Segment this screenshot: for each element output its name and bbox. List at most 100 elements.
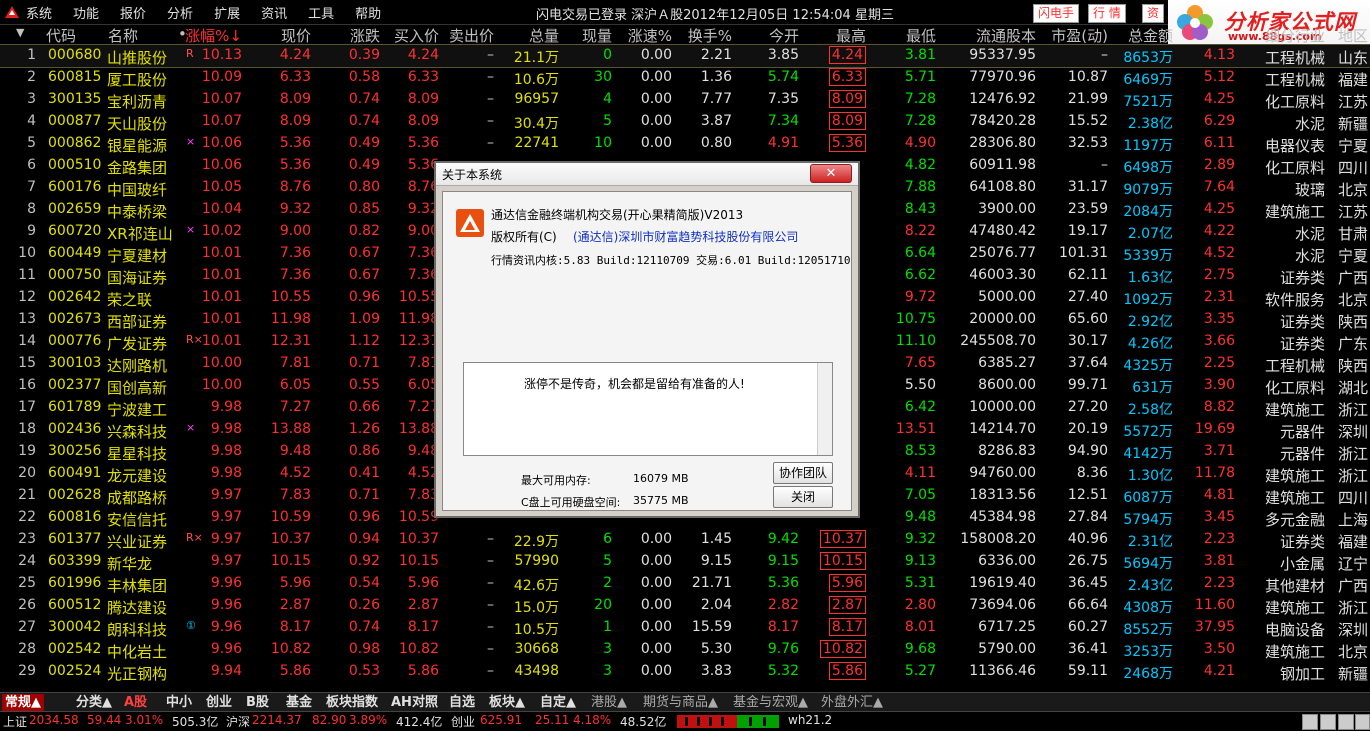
motto-textbox[interactable]: 涨停不是传奇，机会都是留给有准备的人! <box>463 362 833 456</box>
market-tab-2[interactable]: A股 <box>121 694 150 711</box>
cell-reg: 山东 <box>1337 49 1368 67</box>
cell-flt: 73694.06 <box>969 597 1036 613</box>
motto-text: 涨停不是传奇，机会都是留给有准备的人! <box>524 377 745 391</box>
column-header-0[interactable]: 代码 <box>46 25 76 46</box>
table-row[interactable]: 4 000877 天山股份 10.07 8.09 0.74 8.09 – 30.4万 5 0.00 3… <box>0 111 1370 133</box>
column-header-9[interactable]: 现量 <box>582 25 612 46</box>
column-header-13[interactable]: 最高 <box>836 25 866 46</box>
cell-code: 600816 <box>48 509 102 525</box>
table-row[interactable]: 2 600815 厦工股份 10.09 6.33 0.58 6.33 – 10.6万 30 0.00… <box>0 67 1370 89</box>
table-row[interactable]: 23 601377 兴业证券 R× 9.97 10.37 0.94 10.37 – 22.9万 6 0… <box>0 529 1370 551</box>
table-row[interactable]: 1 000680 山推股份 R 10.13 4.24 0.39 4.24 – 21.1万 0 0.00… <box>0 45 1370 68</box>
cell-amt: 6498万 <box>1123 160 1173 176</box>
cell-price: 5.36 <box>279 157 311 173</box>
cell-open: 4.91 <box>767 135 799 151</box>
market-tab-4[interactable]: 创业 <box>203 694 235 711</box>
column-header-1[interactable]: 名称 <box>108 25 138 46</box>
table-row[interactable]: 25 601996 丰林集团 9.96 5.96 0.54 5.96 – 42.6万 2 0.00 2… <box>0 573 1370 595</box>
column-header-16[interactable]: 市盈(动) <box>1051 25 1108 46</box>
column-header-6[interactable]: 买入价 <box>394 25 439 46</box>
market-tab-3[interactable]: 中小 <box>163 694 195 711</box>
menu-item-0[interactable]: 系统 <box>26 3 52 22</box>
dialog-title: 关于本系统 <box>442 168 503 182</box>
market-tab-5[interactable]: B股 <box>243 694 272 711</box>
menu-item-6[interactable]: 工具 <box>308 3 334 22</box>
table-row[interactable]: 28 002542 中化岩土 9.96 10.82 0.98 10.82 – 30668 3 0.0… <box>0 639 1370 661</box>
cell-price: 4.24 <box>279 47 311 63</box>
cell-ind: 钢加工 <box>1279 665 1325 683</box>
market-tab-12[interactable]: 港股▲ <box>588 694 630 711</box>
cell-flt: 12476.92 <box>969 91 1036 107</box>
cell-high: 10.15 <box>819 552 866 570</box>
market-tab-14[interactable]: 基金与宏观▲ <box>730 694 811 711</box>
market-tab-10[interactable]: 板块▲ <box>486 694 528 711</box>
column-header-14[interactable]: 最低 <box>906 25 936 46</box>
table-row[interactable]: 24 603399 新华龙 9.97 10.15 0.92 10.15 – 57990 5 0.00… <box>0 551 1370 573</box>
cell-spd: 0.00 <box>640 135 672 151</box>
column-header-11[interactable]: 换手% <box>688 25 732 46</box>
market-tab-11[interactable]: 自定▲ <box>537 694 579 711</box>
menu-item-4[interactable]: 扩展 <box>214 3 240 22</box>
cell-buy: 10.55 <box>398 289 439 305</box>
menu-item-7[interactable]: 帮助 <box>355 3 381 22</box>
info-button[interactable]: 资 <box>1142 4 1165 23</box>
column-header-10[interactable]: 涨速% <box>628 25 672 46</box>
market-tab-1[interactable]: 分类▲ <box>73 694 115 711</box>
cell-code: 000776 <box>48 333 102 349</box>
column-header-18[interactable]: 细分行业 <box>1265 25 1325 46</box>
market-tab-15[interactable]: 外盘外汇▲ <box>818 694 886 711</box>
menu-item-2[interactable]: 报价 <box>120 3 146 22</box>
column-header-19[interactable]: 地区 <box>1338 25 1368 46</box>
quote-button[interactable]: 行 情 <box>1088 4 1126 23</box>
cell-name: 新华龙 <box>107 555 153 573</box>
cell-low: 13.51 <box>895 421 936 437</box>
market-tab-0[interactable]: 常规▲ <box>2 694 44 711</box>
cell-pe: 36.41 <box>1067 641 1108 657</box>
cell-idx: 21 <box>18 487 36 503</box>
table-row[interactable]: 3 300135 宝利沥青 10.07 8.09 0.74 8.09 – 96957 4 0.00 7… <box>0 89 1370 111</box>
market-tab-8[interactable]: AH对照 <box>388 694 441 711</box>
cell-ind: 水泥 <box>1294 225 1325 243</box>
cell-amt: 4142万 <box>1123 446 1173 462</box>
column-header-15[interactable]: 流通股本 <box>976 25 1036 46</box>
dialog-close-button[interactable]: ✕ <box>810 164 852 183</box>
table-row[interactable]: 29 002524 光正钢构 9.94 5.86 0.53 5.86 – 43498 3 0.00 3… <box>0 661 1370 683</box>
sound-icon[interactable] <box>1302 714 1318 730</box>
column-header-7[interactable]: 卖出价 <box>449 25 494 46</box>
cell-sell: – <box>487 619 494 635</box>
column-header-12[interactable]: 今开 <box>769 25 799 46</box>
table-row[interactable]: 5 000862 银星能源 × 10.06 5.36 0.49 5.36 – 22741 10 0.0… <box>0 133 1370 155</box>
cell-spd: 0.00 <box>640 69 672 85</box>
flash-trade-button[interactable]: 闪电手 <box>1033 4 1080 23</box>
table-row[interactable]: 27 300042 朗科科技 ① 9.96 8.17 0.74 8.17 – 10.5万 1 0.00… <box>0 617 1370 639</box>
cell-buy: 5.86 <box>407 663 439 679</box>
cell-idx: 9 <box>27 223 36 239</box>
column-header-17[interactable]: 总金额 <box>1128 25 1173 46</box>
cell-ind: 电脑设备 <box>1264 621 1325 639</box>
column-header-3[interactable]: 涨幅%↓ <box>185 25 242 46</box>
close-button[interactable]: 关闭 <box>773 486 833 508</box>
copyright-holder[interactable]: (通达信)深圳市财富趋势科技股份有限公司 <box>573 228 798 245</box>
market-tab-9[interactable]: 自选 <box>446 694 478 711</box>
menu-item-3[interactable]: 分析 <box>167 3 193 22</box>
dialog-title-bar[interactable]: 关于本系统 ✕ <box>436 163 858 186</box>
column-header-4[interactable]: 现价 <box>281 25 311 46</box>
lock-icon[interactable] <box>1338 714 1354 730</box>
market-tab-13[interactable]: 期货与商品▲ <box>640 694 721 711</box>
column-header-5[interactable]: 涨跌 <box>350 25 380 46</box>
team-button[interactable]: 协作团队 <box>773 462 833 484</box>
network-icon[interactable] <box>1320 714 1336 730</box>
menu-item-1[interactable]: 功能 <box>73 3 99 22</box>
cell-flt: 14214.70 <box>969 421 1036 437</box>
settings-icon[interactable] <box>1355 714 1370 730</box>
cell-low: 4.11 <box>904 465 936 481</box>
cell-flt: 6717.25 <box>978 619 1036 635</box>
cell-name: 广发证券 <box>107 335 168 353</box>
market-tab-7[interactable]: 板块指数 <box>323 694 381 711</box>
column-header-8[interactable]: 总量 <box>529 25 559 46</box>
motto-scrollbar[interactable] <box>817 363 832 455</box>
table-row[interactable]: 26 600512 腾达建设 9.96 2.87 0.26 2.87 – 15.0万 20 0.00… <box>0 595 1370 617</box>
menu-item-5[interactable]: 资讯 <box>261 3 287 22</box>
column-selector-icon[interactable]: ▼ <box>16 26 24 39</box>
market-tab-6[interactable]: 基金 <box>283 694 315 711</box>
